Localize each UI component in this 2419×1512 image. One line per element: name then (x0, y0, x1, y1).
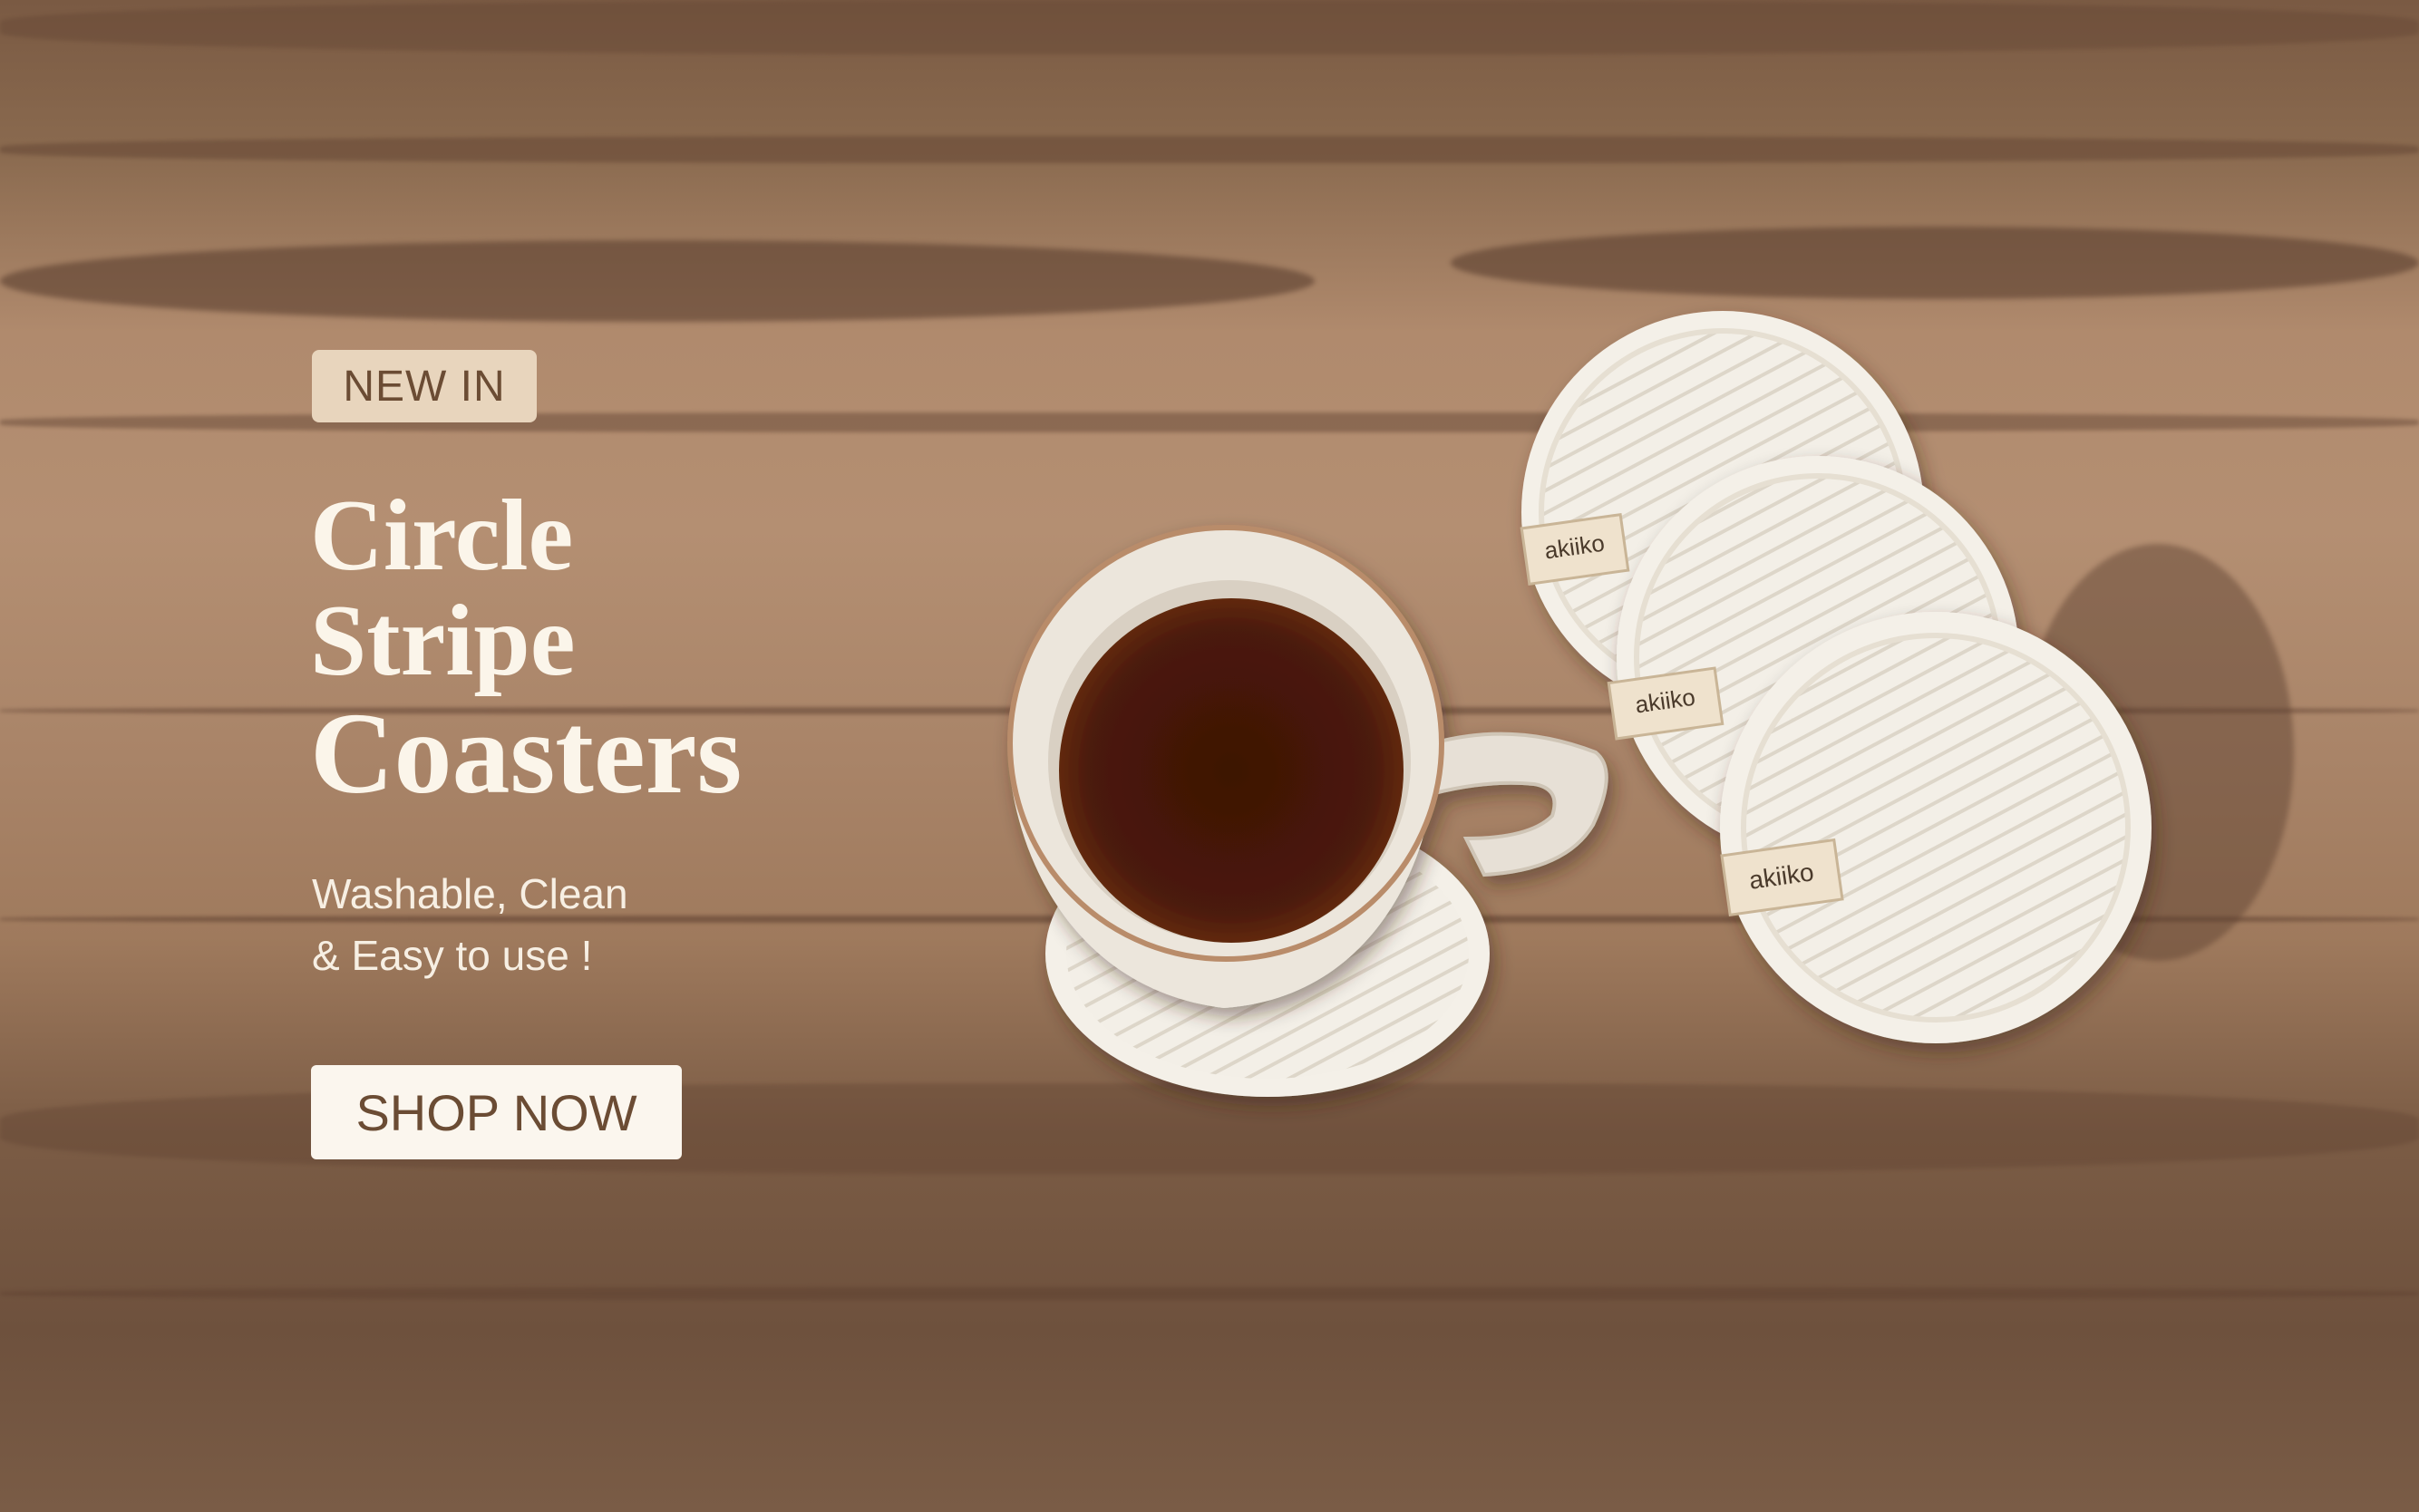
tagline-line: Washable, Clean (312, 870, 628, 917)
product-tagline: Washable, Clean & Easy to use ! (312, 863, 628, 986)
hero-banner: akiiko akiiko akiiko NEW IN Circle Strip… (0, 0, 2419, 1512)
shop-now-button[interactable]: SHOP NOW (311, 1065, 682, 1159)
new-in-badge: NEW IN (312, 350, 537, 422)
title-line: Circle (310, 480, 574, 592)
tagline-line: & Easy to use ! (312, 932, 593, 979)
title-line: Stripe (310, 585, 576, 697)
mug (1007, 525, 1608, 1008)
coaster (1720, 612, 2152, 1043)
product-title: Circle Stripe Coasters (310, 485, 742, 811)
title-line: Coasters (310, 689, 743, 818)
